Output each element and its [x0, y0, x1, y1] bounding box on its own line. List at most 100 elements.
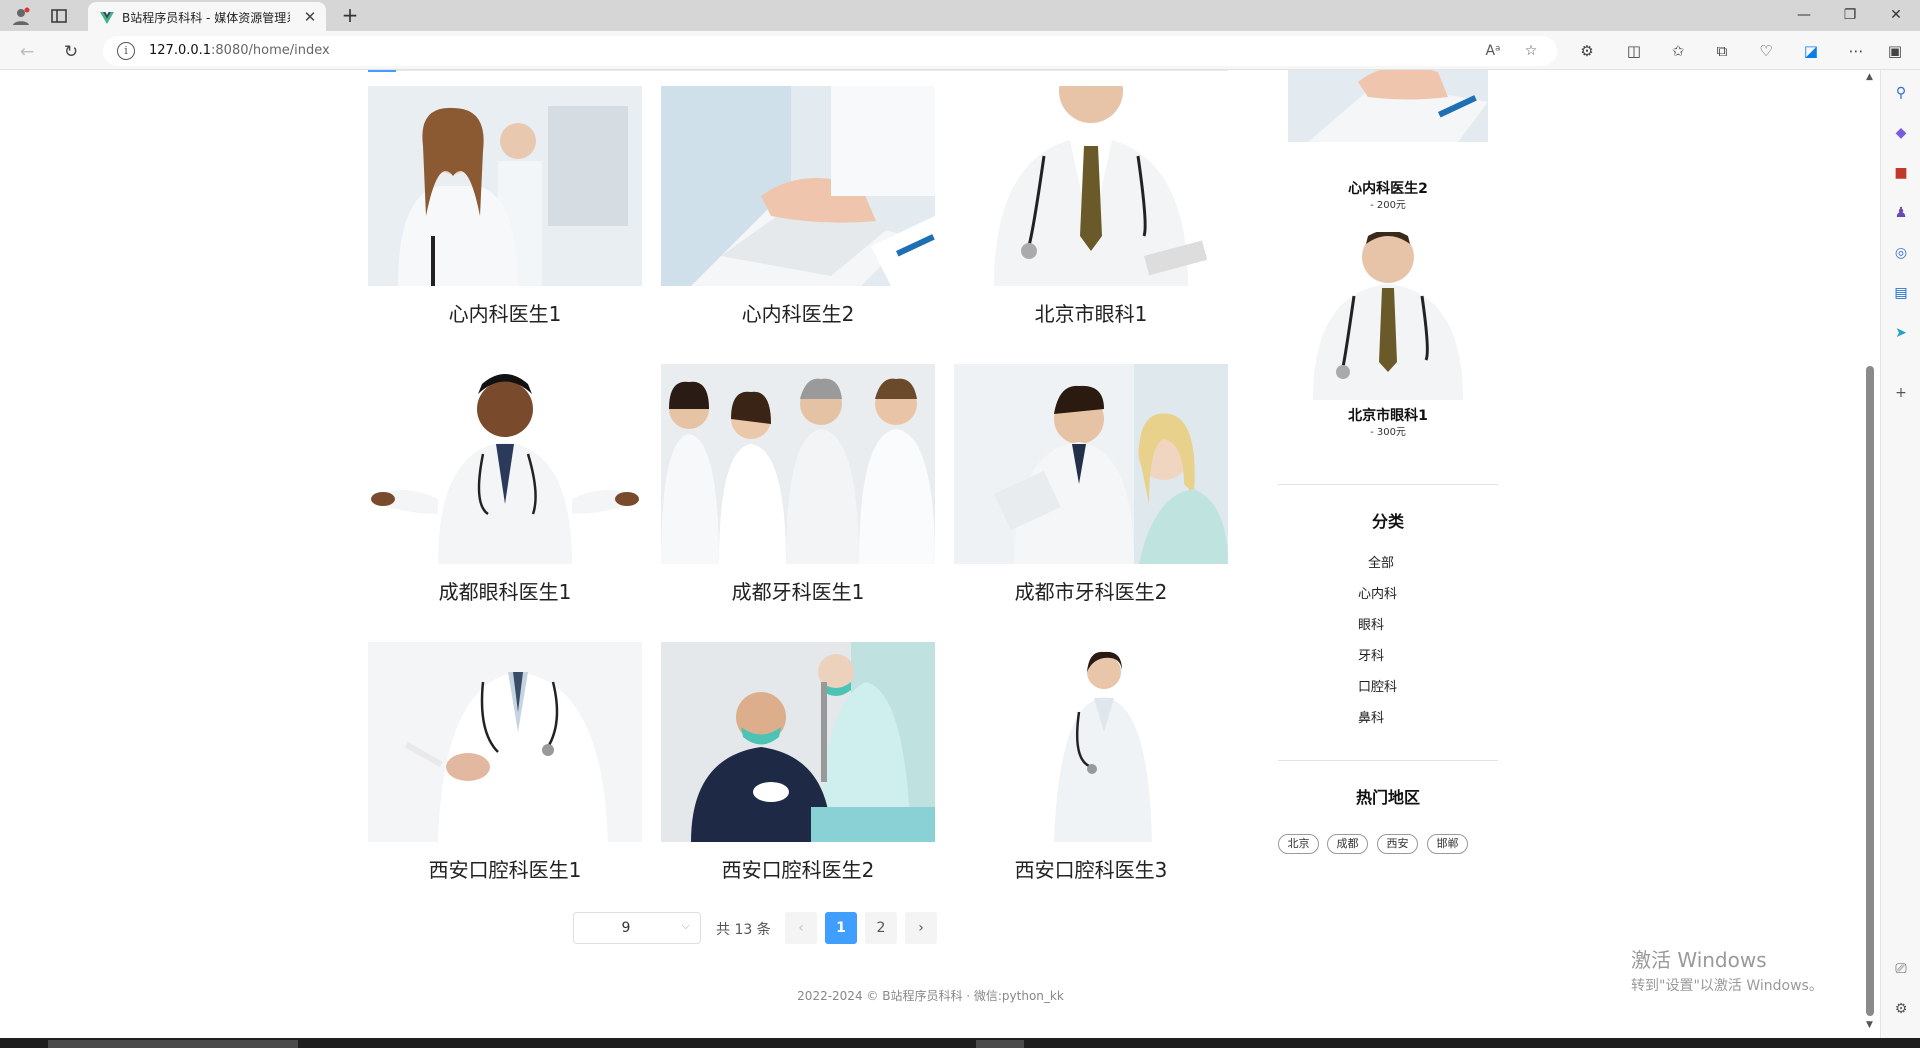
page-button-2[interactable]: 2 [865, 912, 897, 944]
product-card[interactable]: 心内科医生1 [368, 86, 642, 332]
taskbar-item [48, 1040, 298, 1048]
product-image[interactable] [368, 642, 642, 842]
product-image[interactable] [954, 364, 1228, 564]
product-image[interactable] [368, 364, 642, 564]
product-name[interactable]: 心内科医生1 [368, 298, 642, 327]
add-app-icon[interactable]: + [1890, 382, 1912, 404]
games-icon[interactable]: ♟ [1890, 202, 1912, 224]
category-dentistry[interactable]: 牙科 [1358, 645, 1384, 664]
search-icon[interactable]: ⚲ [1890, 82, 1912, 104]
tab-actions-icon[interactable] [48, 5, 70, 27]
shopping-tag-icon[interactable]: ◆ [1890, 122, 1912, 144]
next-page-button[interactable]: › [905, 912, 937, 944]
page-viewport: 心内科医生1 心内科医生2 北京市眼科1 成都眼科医生1 成都牙科医生1 成都市… [0, 70, 1861, 1038]
site-info-icon[interactable]: i [117, 42, 135, 60]
product-name[interactable]: 西安口腔科医生1 [368, 854, 642, 883]
product-card[interactable]: 成都眼科医生1 [368, 364, 642, 610]
divider [1278, 484, 1498, 485]
product-image[interactable] [661, 364, 935, 564]
product-card[interactable]: 心内科医生2 [661, 86, 935, 332]
copilot-app-icon[interactable]: ◎ [1890, 242, 1912, 264]
product-image[interactable] [954, 642, 1228, 842]
settings-gear-icon[interactable]: ⚙ [1890, 998, 1912, 1020]
recommend-image[interactable] [1288, 232, 1488, 400]
window-close-icon[interactable]: ✕ [1874, 0, 1918, 31]
product-name[interactable]: 成都牙科医生1 [661, 576, 935, 605]
read-aloud-icon[interactable]: Aᵃ [1483, 41, 1503, 61]
tab-close-icon[interactable]: ✕ [300, 7, 320, 27]
edge-sidebar: ⚲ ◆ ■ ♟ ◎ ▤ ➤ + ⎚ ⚙ [1880, 70, 1920, 1038]
category-title: 分类 [1371, 512, 1404, 531]
page-size-select[interactable]: 9 ⌵ [573, 912, 701, 944]
category-cardiology[interactable]: 心内科 [1358, 583, 1397, 602]
product-name[interactable]: 西安口腔科医生2 [661, 854, 935, 883]
favorite-star-icon[interactable]: ☆ [1521, 41, 1541, 61]
outlook-icon[interactable]: ▤ [1890, 282, 1912, 304]
tab-underline [368, 70, 1228, 72]
favorites-icon[interactable]: ✩ [1667, 40, 1689, 62]
product-image[interactable] [661, 642, 935, 842]
product-image[interactable] [368, 86, 642, 286]
product-name[interactable]: 成都眼科医生1 [368, 576, 642, 605]
product-card[interactable]: 西安口腔科医生1 [368, 642, 642, 888]
region-tag-beijing[interactable]: 北京 [1278, 834, 1319, 854]
scroll-up-icon[interactable]: ▲ [1866, 72, 1873, 82]
back-icon[interactable]: ← [14, 39, 40, 65]
product-name[interactable]: 心内科医生2 [661, 298, 935, 327]
product-name[interactable]: 成都市牙科医生2 [954, 576, 1228, 605]
category-stomatology[interactable]: 口腔科 [1358, 676, 1397, 695]
recommend-name[interactable]: 北京市眼科1 [1278, 405, 1498, 425]
browser-toolbar: ← ↻ i 127.0.0.1:8080/home/index Aᵃ ☆ ⚙ ◫… [0, 31, 1920, 70]
prev-page-button[interactable]: ‹ [785, 912, 817, 944]
product-name[interactable]: 北京市眼科1 [954, 298, 1228, 327]
tab-title: B站程序员科科 - 媒体资源管理系 [122, 11, 290, 25]
vue-favicon-icon [100, 10, 114, 24]
taskbar [0, 1038, 1920, 1048]
tools-briefcase-icon[interactable]: ■ [1890, 162, 1912, 184]
page-scrollbar[interactable]: ▲ ▼ [1861, 70, 1880, 1038]
product-card[interactable]: 北京市眼科1 [954, 86, 1228, 332]
sidebar-toggle-icon[interactable]: ▣ [1884, 40, 1906, 62]
category-ent[interactable]: 鼻科 [1358, 707, 1384, 726]
watermark-line2: 转到"设置"以激活 Windows。 [1631, 978, 1823, 994]
scrollbar-thumb[interactable] [1866, 366, 1874, 1016]
divider [1278, 760, 1498, 761]
page-size-value: 9 [621, 920, 631, 936]
category-ophthalmology[interactable]: 眼科 [1358, 614, 1384, 633]
region-tag-chengdu[interactable]: 成都 [1327, 834, 1368, 854]
send-icon[interactable]: ➤ [1890, 322, 1912, 344]
new-tab-button[interactable]: + [338, 4, 362, 28]
category-all[interactable]: 全部 [1368, 552, 1394, 571]
restore-icon[interactable]: ❐ [1828, 0, 1872, 31]
product-card[interactable]: 成都牙科医生1 [661, 364, 935, 610]
recommend-name[interactable]: 心内科医生2 [1278, 178, 1498, 198]
product-card[interactable]: 成都市牙科医生2 [954, 364, 1228, 610]
more-menu-icon[interactable]: ⋯ [1845, 40, 1867, 62]
product-card[interactable]: 西安口腔科医生3 [954, 642, 1228, 888]
extensions-icon[interactable]: ⚙ [1576, 40, 1598, 62]
region-tag-xian[interactable]: 西安 [1377, 834, 1418, 854]
product-card[interactable]: 西安口腔科医生2 [661, 642, 935, 888]
region-tag-handan[interactable]: 邯郸 [1427, 834, 1468, 854]
browser-essentials-icon[interactable]: ♡ [1755, 40, 1777, 62]
split-screen-icon[interactable]: ◫ [1623, 40, 1645, 62]
recommend-image[interactable] [1288, 70, 1488, 142]
scroll-down-icon[interactable]: ▼ [1866, 1020, 1873, 1030]
collections-icon[interactable]: ⧉ [1711, 40, 1733, 62]
profile-icon[interactable] [10, 5, 32, 27]
region-title: 热门地区 [1355, 788, 1420, 807]
address-bar[interactable]: i 127.0.0.1:8080/home/index Aᵃ ☆ [103, 36, 1557, 66]
screenshot-icon[interactable]: ⎚ [1890, 958, 1912, 980]
minimize-icon[interactable]: — [1782, 0, 1826, 31]
total-count: 共 13 条 [716, 922, 771, 938]
page-button-1[interactable]: 1 [825, 912, 857, 944]
product-image[interactable] [954, 86, 1228, 286]
browser-tab-active[interactable]: B站程序员科科 - 媒体资源管理系 ✕ [88, 2, 326, 32]
product-name[interactable]: 西安口腔科医生3 [954, 854, 1228, 883]
copilot-icon[interactable]: ◪ [1800, 40, 1822, 62]
product-image[interactable] [661, 86, 935, 286]
url-text: 127.0.0.1:8080/home/index [149, 43, 330, 58]
watermark-line1: 激活 Windows [1631, 948, 1767, 972]
browser-tab-bar: B站程序员科科 - 媒体资源管理系 ✕ + — ❐ ✕ [0, 0, 1920, 32]
refresh-icon[interactable]: ↻ [58, 39, 84, 65]
